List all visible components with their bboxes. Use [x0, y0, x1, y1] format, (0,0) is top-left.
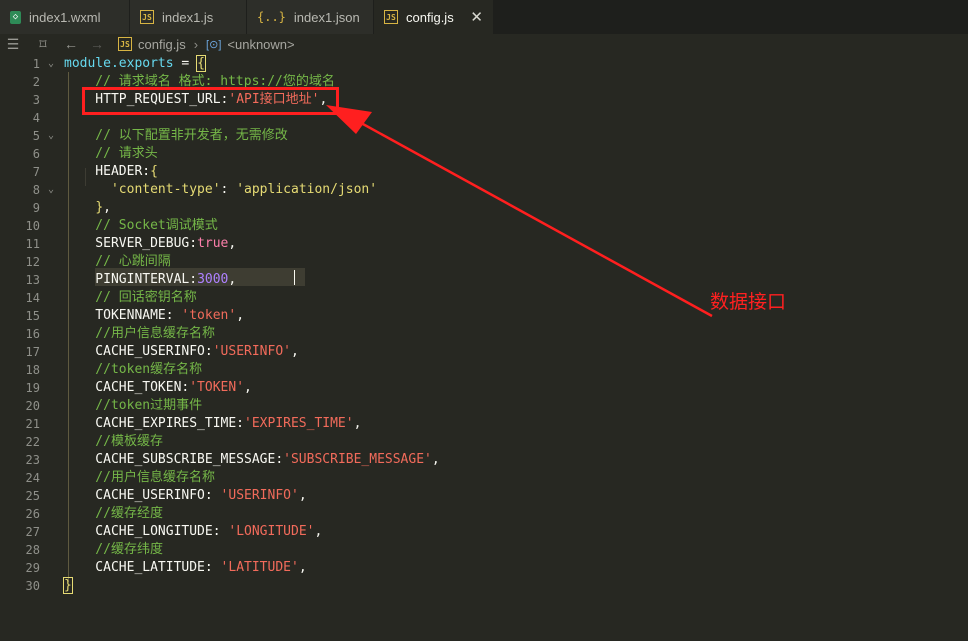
annotation-label: 数据接口 — [710, 292, 787, 313]
annotation-arrow — [326, 105, 713, 318]
